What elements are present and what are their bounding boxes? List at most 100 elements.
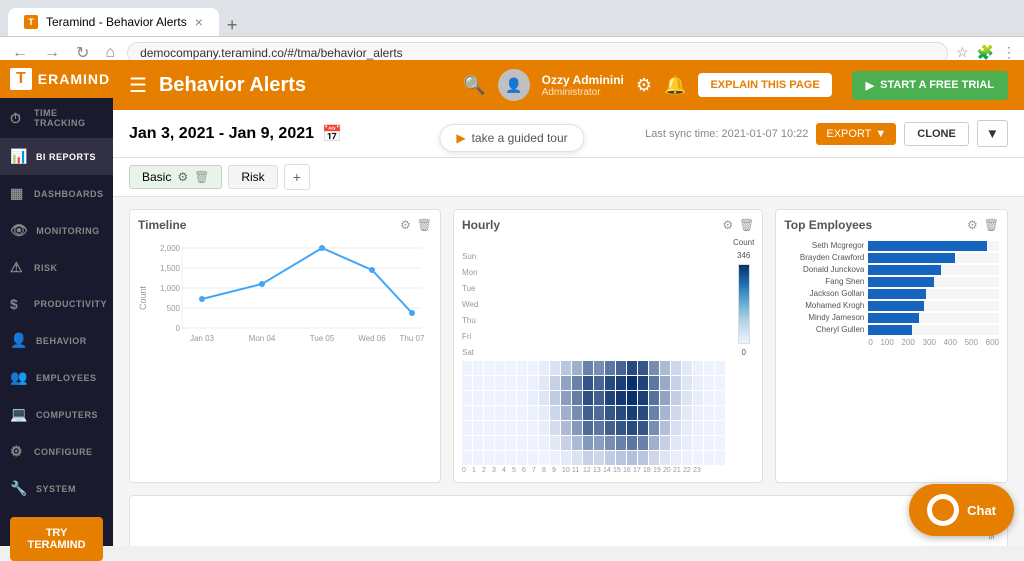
heatmap-cell: [594, 376, 604, 390]
try-teramind-button[interactable]: TRY TERAMIND: [10, 517, 103, 561]
tab-settings-icon[interactable]: ⚙: [177, 170, 188, 184]
sidebar-label-time-tracking: TIMe tracking: [34, 108, 103, 128]
svg-text:500: 500: [167, 304, 181, 313]
employee-bar-row: Seth Mcgregor: [784, 241, 999, 251]
hourly-settings-icon[interactable]: ⚙: [722, 218, 733, 232]
heatmap-cell: [671, 421, 681, 435]
extension-icon[interactable]: 🧩: [977, 44, 994, 61]
employee-name: Cheryl Gullen: [784, 325, 864, 334]
sidebar-item-computers[interactable]: 💻 COMPUTERS: [0, 396, 113, 433]
heatmap-cell: [572, 406, 582, 420]
guided-tour-tooltip[interactable]: ▶ take a guided tour: [439, 124, 584, 152]
heatmap-cell: [649, 421, 659, 435]
sidebar-label-behavior: BEHAVIOR: [36, 336, 87, 346]
svg-text:Tue 05: Tue 05: [310, 334, 335, 343]
new-tab-button[interactable]: +: [227, 15, 238, 36]
clone-button[interactable]: CLONE: [904, 122, 969, 146]
heatmap-cell: [627, 421, 637, 435]
heatmap-cell: [561, 406, 571, 420]
heatmap-cell: [660, 436, 670, 450]
export-button[interactable]: EXPORT ▼: [816, 123, 896, 145]
heatmap-cell: [484, 421, 494, 435]
chat-button[interactable]: Chat: [909, 484, 1014, 536]
heatmap-cell: [693, 406, 703, 420]
active-tab[interactable]: T Teramind - Behavior Alerts ×: [8, 8, 219, 36]
heatmap-cell: [506, 391, 516, 405]
tab-basic[interactable]: Basic ⚙ 🗑: [129, 165, 222, 189]
menu-icon[interactable]: ⋮: [1002, 44, 1016, 61]
heatmap-cell: [649, 361, 659, 375]
sidebar-item-configure[interactable]: ⚙ CONFIGURE: [0, 433, 113, 470]
heatmap-cell: [473, 391, 483, 405]
heatmap-cell: [561, 376, 571, 390]
timeline-delete-icon[interactable]: 🗑: [417, 218, 432, 232]
calendar-icon[interactable]: 📅: [322, 124, 342, 144]
heatmap-cell: [638, 451, 648, 465]
heatmap-cell: [649, 406, 659, 420]
tab-close-icon[interactable]: ×: [195, 14, 203, 30]
heatmap-cell: [506, 406, 516, 420]
heatmap-cell: [704, 376, 714, 390]
sidebar-item-productivity[interactable]: $ PRODUCTIVITY: [0, 286, 113, 322]
bi-reports-icon: 📊: [10, 148, 28, 165]
heatmap-cell: [462, 421, 472, 435]
timeline-chart-card: Timeline ⚙ 🗑 Count: [129, 209, 441, 483]
svg-text:0: 0: [176, 324, 181, 333]
employee-bar-container: [868, 289, 999, 299]
sidebar-item-behavior[interactable]: 👤 BEHAVIOR: [0, 322, 113, 359]
logo-text: ERAMIND: [38, 71, 110, 87]
timeline-settings-icon[interactable]: ⚙: [400, 218, 411, 232]
heatmap-cell: [649, 391, 659, 405]
heatmap-cell: [649, 376, 659, 390]
employee-name: Brayden Crawford: [784, 253, 864, 262]
heatmap-cell: [462, 406, 472, 420]
heatmap-cell: [462, 436, 472, 450]
heatmap-cell: [528, 391, 538, 405]
filter-button[interactable]: ▼: [977, 120, 1008, 147]
top-emp-delete-icon[interactable]: 🗑: [984, 218, 999, 232]
heatmap-cell: [605, 451, 615, 465]
heatmap-cell: [572, 421, 582, 435]
sidebar-item-risk[interactable]: ⚠ RISK: [0, 249, 113, 286]
guided-tour-label: take a guided tour: [472, 131, 568, 145]
heatmap-cell: [539, 391, 549, 405]
bookmark-icon[interactable]: ☆: [956, 44, 969, 61]
sidebar-label-risk: RISK: [34, 263, 58, 273]
heatmap-cell: [605, 406, 615, 420]
heatmap-cell: [517, 376, 527, 390]
employee-name: Fang Shen: [784, 277, 864, 286]
monitoring-icon: 👁: [10, 222, 28, 239]
heatmap-cell: [484, 376, 494, 390]
hourly-chart-card: Hourly ⚙ 🗑 SunMonTueWedThuFriSat 0: [453, 209, 763, 483]
heatmap-cell: [473, 451, 483, 465]
heatmap-cell: [704, 406, 714, 420]
sidebar-item-time-tracking[interactable]: ⏱ TIMe tracking: [0, 98, 113, 138]
sidebar-item-system[interactable]: 🔧 SYSTEM: [0, 470, 113, 507]
top-emp-settings-icon[interactable]: ⚙: [967, 218, 978, 232]
explain-page-button[interactable]: EXPLAIN THIS PAGE: [698, 73, 831, 97]
sidebar-item-bi-reports[interactable]: 📊 BI REPORTS: [0, 138, 113, 175]
settings-icon[interactable]: ⚙: [636, 75, 652, 96]
heatmap-cell: [693, 421, 703, 435]
sidebar-item-employees[interactable]: 👥 EMPLOYEES: [0, 359, 113, 396]
heatmap-cell: [572, 451, 582, 465]
search-icon[interactable]: 🔍: [463, 75, 485, 96]
top-employees-chart: Seth McgregorBrayden CrawfordDonald Junc…: [784, 238, 999, 348]
hamburger-icon[interactable]: ☰: [129, 73, 147, 98]
start-trial-button[interactable]: ▶ START A FREE TRIAL: [852, 71, 1008, 100]
sidebar-item-monitoring[interactable]: 👁 MONITORING: [0, 212, 113, 249]
heatmap-cell: [517, 451, 527, 465]
sync-time-text: Last sync time: 2021-01-07 10:22: [645, 128, 808, 140]
tab-delete-icon[interactable]: 🗑: [194, 170, 209, 184]
notifications-icon[interactable]: 🔔: [664, 75, 686, 96]
heatmap-cell: [671, 451, 681, 465]
sidebar-item-dashboards[interactable]: ▦ DASHBOARDS: [0, 175, 113, 212]
heatmap-max: 346: [737, 251, 750, 260]
heatmap-cell: [506, 361, 516, 375]
tab-risk[interactable]: Risk: [228, 165, 277, 189]
heatmap-cell: [495, 406, 505, 420]
date-range-text: Jan 3, 2021 - Jan 9, 2021: [129, 125, 314, 143]
heatmap-cell: [682, 391, 692, 405]
hourly-delete-icon[interactable]: 🗑: [739, 218, 754, 232]
add-tab-button[interactable]: +: [284, 164, 310, 190]
